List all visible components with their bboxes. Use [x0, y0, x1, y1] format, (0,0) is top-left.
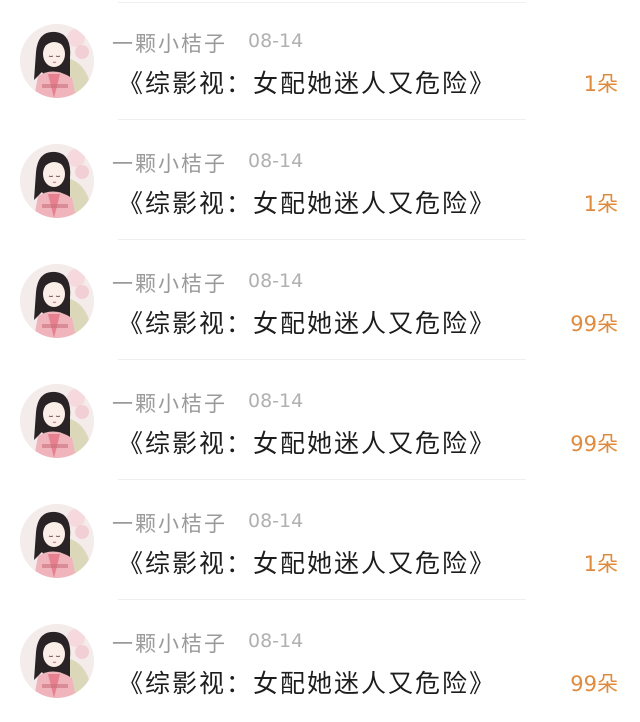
- girl-avatar-icon[interactable]: [20, 504, 94, 578]
- flower-count: 99朵: [570, 672, 618, 696]
- book-title[interactable]: 《综影视：女配她迷人又危险》: [118, 664, 496, 700]
- book-title[interactable]: 《综影视：女配她迷人又危险》: [118, 424, 496, 460]
- record-date: 08-14: [248, 30, 304, 52]
- list-item[interactable]: 一颗小桔子 08-14 《综影视：女配她迷人又危险》 1朵: [0, 480, 640, 600]
- book-title[interactable]: 《综影视：女配她迷人又危险》: [118, 184, 496, 220]
- flower-count: 1朵: [583, 192, 618, 216]
- flower-count: 99朵: [570, 312, 618, 336]
- record-date: 08-14: [248, 510, 304, 532]
- list-item[interactable]: 一颗小桔子 08-14 《综影视：女配她迷人又危险》 1朵: [0, 0, 640, 120]
- girl-avatar-icon[interactable]: [20, 264, 94, 338]
- book-title[interactable]: 《综影视：女配她迷人又危险》: [118, 64, 496, 100]
- girl-avatar-icon[interactable]: [20, 144, 94, 218]
- username[interactable]: 一颗小桔子: [112, 28, 227, 58]
- list-item[interactable]: 一颗小桔子 08-14 《综影视：女配她迷人又危险》 1朵: [0, 120, 640, 240]
- username[interactable]: 一颗小桔子: [112, 148, 227, 178]
- username[interactable]: 一颗小桔子: [112, 388, 227, 418]
- record-date: 08-14: [248, 630, 304, 652]
- list-item[interactable]: 一颗小桔子 08-14 《综影视：女配她迷人又危险》 99朵: [0, 240, 640, 360]
- username[interactable]: 一颗小桔子: [112, 508, 227, 538]
- book-title[interactable]: 《综影视：女配她迷人又危险》: [118, 304, 496, 340]
- flower-count: 1朵: [583, 72, 618, 96]
- username[interactable]: 一颗小桔子: [112, 268, 227, 298]
- list-item[interactable]: 一颗小桔子 08-14 《综影视：女配她迷人又危险》 99朵: [0, 360, 640, 480]
- girl-avatar-icon[interactable]: [20, 24, 94, 98]
- record-date: 08-14: [248, 270, 304, 292]
- flower-count: 1朵: [583, 552, 618, 576]
- record-date: 08-14: [248, 390, 304, 412]
- flower-count: 99朵: [570, 432, 618, 456]
- book-title[interactable]: 《综影视：女配她迷人又危险》: [118, 544, 496, 580]
- username[interactable]: 一颗小桔子: [112, 628, 227, 658]
- list-item[interactable]: 一颗小桔子 08-14 《综影视：女配她迷人又危险》 99朵: [0, 600, 640, 720]
- girl-avatar-icon[interactable]: [20, 624, 94, 698]
- girl-avatar-icon[interactable]: [20, 384, 94, 458]
- record-date: 08-14: [248, 150, 304, 172]
